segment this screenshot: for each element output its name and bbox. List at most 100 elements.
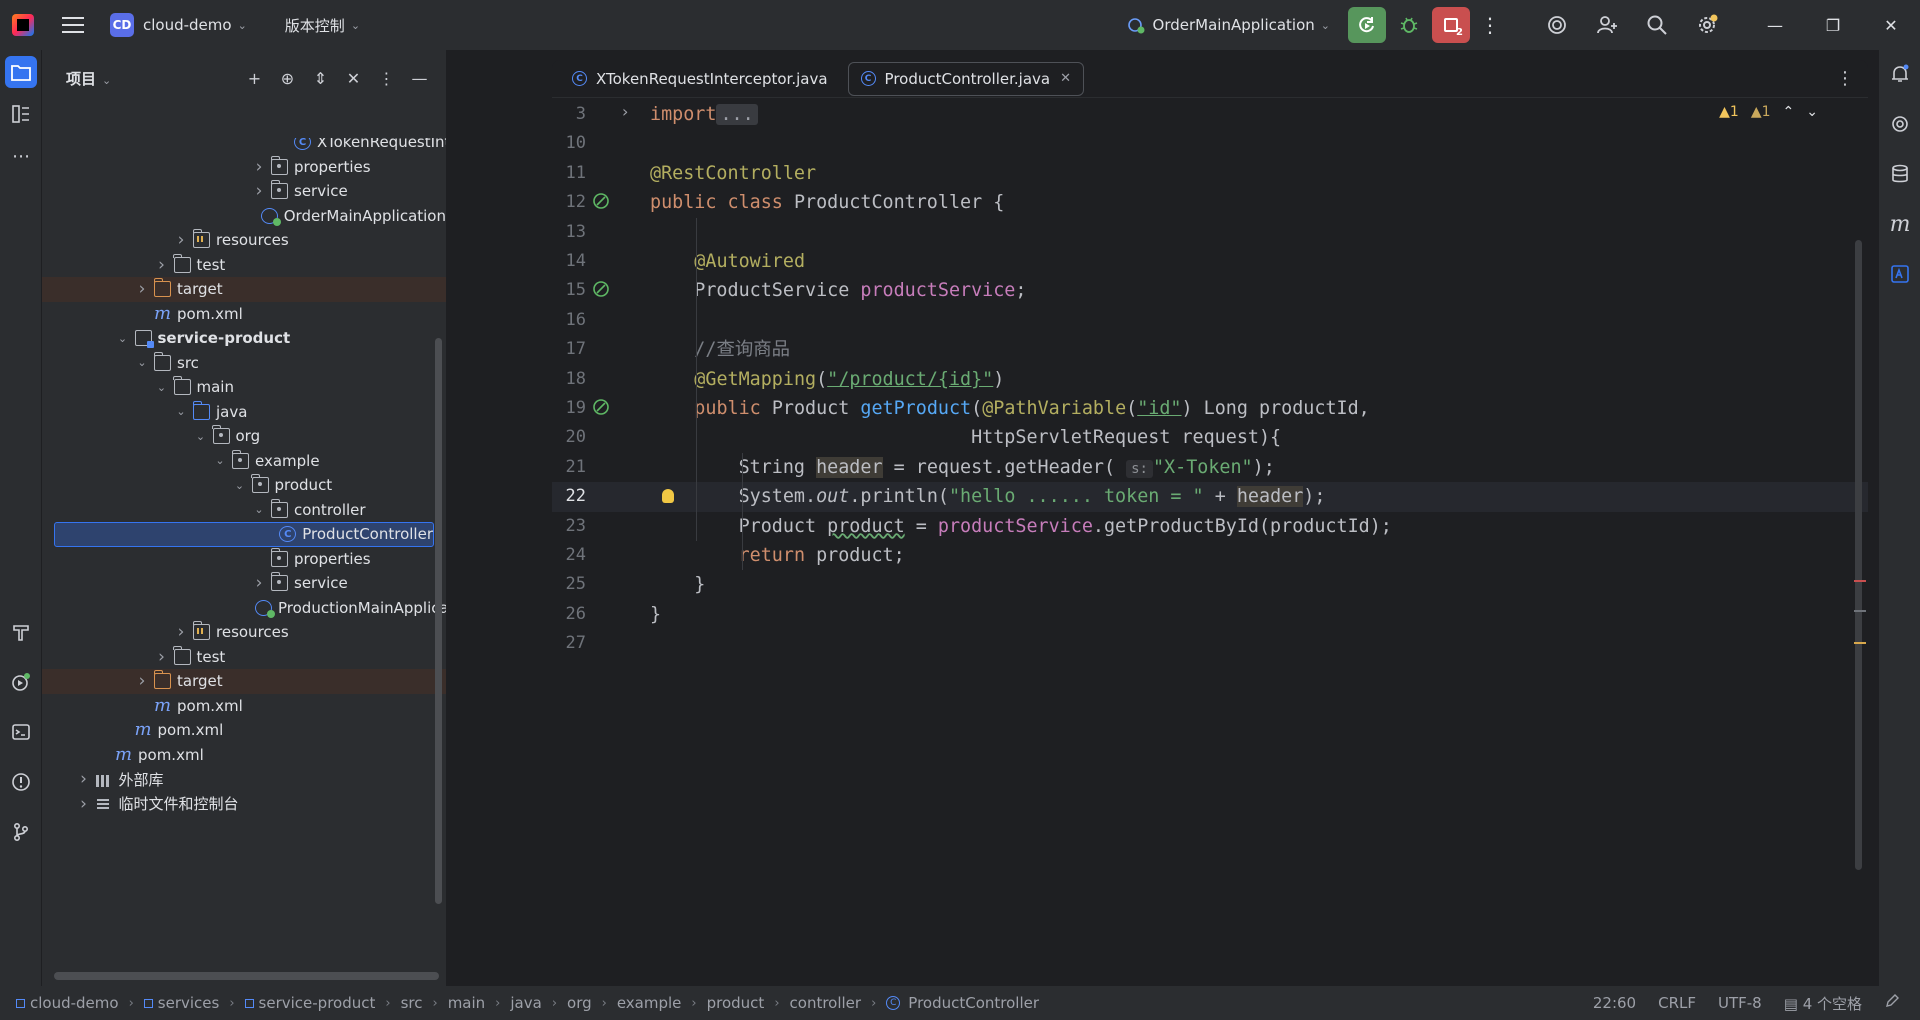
minimize-button[interactable]: — [1746,0,1804,50]
chevron-down-icon[interactable]: ⌄ [212,454,228,467]
project-tool-button[interactable] [5,56,37,88]
breadcrumb-item[interactable]: src › [401,994,448,1012]
tree-item[interactable]: m pom.xml [42,718,446,743]
database-button[interactable] [1884,158,1916,190]
tree-vertical-scrollbar[interactable] [435,338,442,904]
hide-panel-icon[interactable]: — [403,64,436,92]
chevron-right-icon[interactable]: › [251,573,267,593]
locate-file-icon[interactable]: ⊕ [271,64,304,92]
search-button[interactable] [1632,0,1682,50]
chevron-down-icon[interactable]: ⌄ [232,479,248,492]
code-line[interactable]: public Product getProduct(@PathVariable(… [650,394,1369,423]
terminal-tool-button[interactable] [5,716,37,748]
project-dropdown[interactable]: cloud-demo ⌄ [143,16,247,34]
folded-region[interactable]: ... [716,104,758,125]
tree-item[interactable]: › test [42,645,446,670]
code-line[interactable]: Product product = productService.getProd… [650,512,1392,541]
tree-item[interactable]: OrderMainApplication [42,204,446,229]
chevron-right-icon[interactable]: › [76,794,92,814]
tree-item[interactable]: properties [42,547,446,572]
code-line[interactable]: } [650,570,705,599]
tree-item[interactable]: m pom.xml [42,694,446,719]
chevron-right-icon[interactable]: › [173,622,189,642]
more-tools-icon[interactable]: ⋯ [5,140,37,172]
spring-bean-icon[interactable] [592,192,612,212]
close-tab-icon[interactable]: ✕ [1060,71,1071,86]
code-line[interactable]: import... [650,100,758,129]
tab-product-controller[interactable]: C ProductController.java ✕ [847,61,1085,96]
autowired-bean-icon[interactable] [592,280,612,300]
tree-item[interactable]: ⌄ org [42,424,446,449]
read-only-toggle[interactable] [1884,993,1900,1013]
new-file-icon[interactable]: + [238,64,271,92]
maven-icon[interactable]: m [1884,208,1916,240]
build-tool-button[interactable] [5,616,37,648]
run-config-dropdown[interactable]: OrderMainApplication ⌄ [1127,16,1330,34]
chevron-right-icon[interactable]: › [134,279,150,299]
line-separator[interactable]: CRLF [1658,994,1696,1012]
collapse-all-icon[interactable]: ✕ [337,64,370,92]
chevron-right-icon[interactable]: › [251,157,267,177]
code-area[interactable]: import... @RestController public class Pro… [650,99,1850,979]
breadcrumb-item[interactable]: C ProductController [886,994,1039,1012]
git-tool-button[interactable] [5,816,37,848]
translate-button[interactable] [1884,258,1916,290]
caret-position[interactable]: 22:60 [1593,994,1636,1012]
tree-item[interactable]: › resources [42,228,446,253]
chevron-down-icon[interactable]: ⌄ [134,356,150,369]
code-line[interactable]: } [650,600,661,629]
services-tool-button[interactable] [5,666,37,698]
tree-item[interactable]: › 外部库 [42,767,446,792]
stop-button[interactable]: 2 [1432,7,1470,43]
endpoint-icon[interactable] [592,398,612,418]
code-line[interactable]: @RestController [650,159,816,188]
code-line[interactable]: ProductService productService; [650,276,1026,305]
code-line[interactable]: return product; [650,541,905,570]
close-window-button[interactable]: ✕ [1862,0,1920,50]
tree-item[interactable]: ProductionMainApplication [42,596,446,621]
breadcrumb-item[interactable]: cloud-demo › [16,994,144,1012]
tree-item[interactable]: ⌄ main [42,375,446,400]
tree-item[interactable]: › resources [42,620,446,645]
code-line[interactable]: System.out.println("hello ...... token =… [650,482,1325,511]
warning-stripe-mark[interactable] [1854,642,1866,644]
debug-button[interactable] [1394,7,1424,43]
structure-tool-button[interactable] [5,98,37,130]
tree-item[interactable]: ⌄ product [42,473,446,498]
chevron-right-icon[interactable]: › [154,647,170,667]
tree-item[interactable]: m pom.xml [42,743,446,768]
breadcrumb-item[interactable]: java › [510,994,567,1012]
chevron-right-icon[interactable]: › [173,230,189,250]
tree-item[interactable]: › 临时文件和控制台 [42,792,446,817]
tree-item[interactable]: › service [42,571,446,596]
options-icon[interactable]: ⋮ [370,64,403,92]
main-menu-icon[interactable] [62,17,84,33]
breadcrumb-item[interactable]: org › [567,994,617,1012]
rerun-button[interactable] [1348,7,1386,43]
breadcrumb-item[interactable]: services › [143,994,245,1012]
editor-scrollbar[interactable] [1855,240,1862,870]
ai-assistant-button[interactable] [1532,0,1582,50]
tree-horizontal-scrollbar[interactable] [54,972,439,980]
breadcrumb-item[interactable]: service-product › [244,994,401,1012]
tree-item[interactable]: ⌄ example [42,449,446,474]
code-line[interactable]: String header = request.getHeader( s: "X-… [650,453,1275,482]
chevron-right-icon[interactable]: › [76,769,92,789]
chevron-down-icon[interactable]: ⌄ [173,405,189,418]
restore-button[interactable]: ❐ [1804,0,1862,50]
project-panel-title[interactable]: 项目 ⌄ [66,68,111,89]
breadcrumb-item[interactable]: example › [617,994,707,1012]
tree-item[interactable]: › properties [42,155,446,180]
file-encoding[interactable]: UTF-8 [1718,994,1762,1012]
tree-item[interactable]: ⌄ controller [42,498,446,523]
tree-item[interactable]: C ProductController [54,522,434,547]
error-stripe-mark[interactable] [1854,580,1866,582]
code-line[interactable]: //查询商品 [650,335,790,364]
tab-options-icon[interactable]: ⋮ [1836,68,1854,89]
chevron-right-icon[interactable]: › [251,181,267,201]
code-line[interactable]: public class ProductController { [650,188,1004,217]
breadcrumb-item[interactable]: main › [448,994,511,1012]
tree-item[interactable]: › target [42,669,446,694]
breadcrumb-item[interactable]: product › [707,994,790,1012]
tree-item[interactable]: ⌄ java [42,400,446,425]
